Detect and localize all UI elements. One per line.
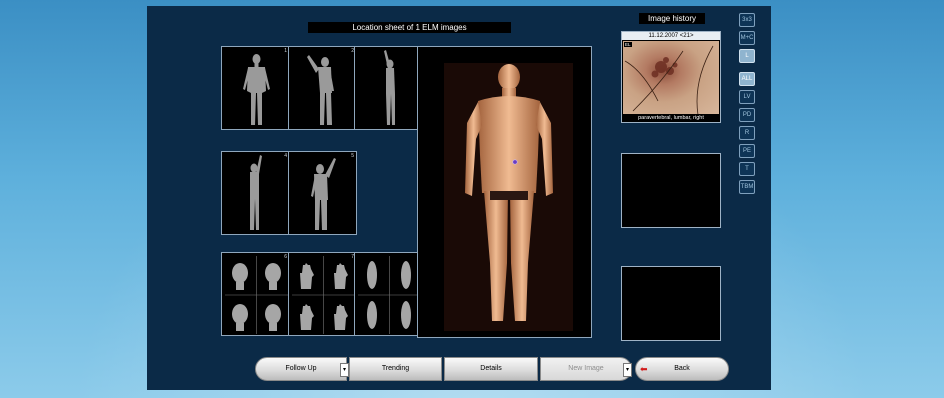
follow-up-label: Follow Up xyxy=(285,365,317,372)
filter-r-button[interactable]: R xyxy=(739,126,755,140)
side-arms-raised-figure xyxy=(384,50,395,125)
filter-pd-button[interactable]: PD xyxy=(739,108,755,122)
history-slot-empty-2[interactable] xyxy=(621,266,721,341)
filter-lv-button[interactable]: LV xyxy=(739,90,755,104)
heads-grid xyxy=(225,256,288,334)
dermoscopy-image: EL xyxy=(623,41,719,115)
history-caption: paravertebral, lumbar, right xyxy=(622,114,720,122)
new-image-button[interactable]: New Image xyxy=(540,357,632,381)
left-side-arm-up-figure xyxy=(250,155,262,230)
body-location-view[interactable] xyxy=(417,46,592,338)
front-body-figure xyxy=(243,54,270,125)
back-arrow-icon: ⬅ xyxy=(640,364,648,374)
details-label: Details xyxy=(480,365,502,372)
thumb-front-body[interactable]: 1 xyxy=(221,46,290,130)
filter-t-button[interactable]: T xyxy=(739,162,755,176)
new-image-label: New Image xyxy=(568,365,604,372)
history-image-card[interactable]: 11.12.2007 <21> EL paravertebral, lumbar… xyxy=(621,31,721,123)
history-date: 11.12.2007 <21> xyxy=(622,32,720,40)
thumb-heads[interactable]: 6 xyxy=(221,252,290,336)
chevron-down-icon: ▾ xyxy=(342,367,346,373)
location-sheet-window: Location sheet of 1 ELM images 1 2 4 5 6… xyxy=(147,6,771,390)
back-label: Back xyxy=(674,365,690,372)
thumb-side-body-arm-up[interactable]: 2 xyxy=(288,46,357,130)
image-history-title-text: Image history xyxy=(647,14,697,23)
thumb-front-body-arm-up[interactable]: 5 xyxy=(288,151,357,235)
thumb-feet[interactable]: 8 xyxy=(354,252,423,336)
view-l-button[interactable]: L xyxy=(739,49,755,63)
front-arm-up-figure xyxy=(311,158,336,230)
dermoscopy-lesion xyxy=(624,45,714,115)
filter-tbm-button[interactable]: TBM xyxy=(739,180,755,194)
trending-label: Trending xyxy=(381,365,410,372)
history-badge: EL xyxy=(624,42,632,47)
side-arm-up-figure xyxy=(307,55,334,125)
image-history-title: Image history xyxy=(639,13,705,24)
history-slot-empty-1[interactable] xyxy=(621,153,721,228)
filter-pe-button[interactable]: PE xyxy=(739,144,755,158)
feet-grid xyxy=(358,256,421,334)
thumb-hands[interactable]: 7 xyxy=(288,252,357,336)
trending-button[interactable]: Trending xyxy=(349,357,442,381)
filter-all-button[interactable]: ALL xyxy=(739,72,755,86)
follow-up-button[interactable]: Follow Up xyxy=(255,357,347,381)
body-back-figure xyxy=(465,64,553,321)
details-button[interactable]: Details xyxy=(444,357,538,381)
view-3x3-button[interactable]: 3x3 xyxy=(739,13,755,27)
thumb-side-body-arms-raised[interactable]: 3 xyxy=(354,46,423,130)
bottom-toolbar: Follow Up ▾ Trending Details New Image ▾… xyxy=(255,357,729,382)
new-image-dropdown[interactable]: ▾ xyxy=(623,363,632,377)
view-m-c-button[interactable]: M+C xyxy=(739,31,755,45)
hands-grid xyxy=(292,256,355,334)
chevron-down-icon: ▾ xyxy=(625,367,629,373)
body-location-canvas xyxy=(444,63,573,331)
thumb-left-side-arm-up[interactable]: 4 xyxy=(221,151,290,235)
back-button[interactable]: ⬅ Back xyxy=(635,357,729,381)
page-title: Location sheet of 1 ELM images xyxy=(308,22,511,33)
follow-up-dropdown[interactable]: ▾ xyxy=(340,363,349,377)
page-title-text: Location sheet of 1 ELM images xyxy=(352,23,467,32)
